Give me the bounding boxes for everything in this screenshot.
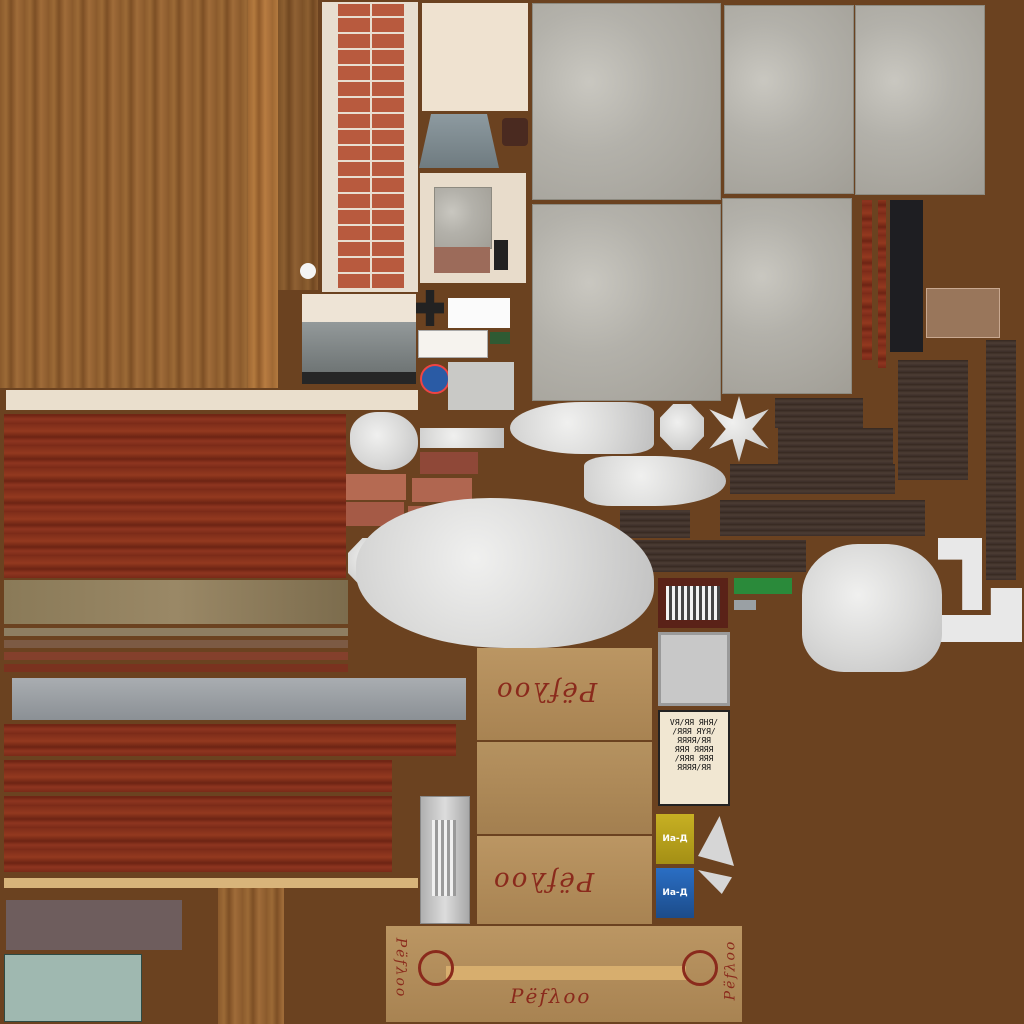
warning-sign: VЯ/ЯЯ ЯHЯ/ /ЯЯЯ ЯYЯ/ ЯЯЯЯ/ЯЯ ЯЯЯ ЯЯЯЯ /Я…	[658, 710, 730, 806]
concrete-slab-1	[532, 3, 721, 200]
basin-body	[302, 322, 416, 372]
dark-plank-3	[730, 464, 895, 494]
box-label-side-right: Pёfλoo	[722, 939, 739, 1001]
dark-plank-1	[775, 398, 863, 428]
dark-plank-4	[720, 500, 925, 536]
concrete-slab-4	[532, 204, 721, 401]
snack-bag-top: Иа-Д	[656, 814, 694, 864]
blob-creature	[356, 498, 654, 648]
grey-tag	[734, 600, 756, 610]
metal-plate	[448, 362, 514, 410]
box-tape	[446, 966, 686, 980]
wood-strip-vertical	[248, 0, 278, 388]
concrete-slab-5	[722, 198, 852, 394]
plaster-tile	[422, 3, 528, 111]
small-brick-1	[420, 452, 478, 474]
blurred-label	[6, 900, 182, 950]
box-label-middle: Pёfλoo	[492, 866, 595, 896]
red-shelf-1	[4, 724, 456, 756]
cross-icon	[416, 290, 444, 326]
dark-plank-2	[778, 428, 893, 464]
window-glass	[434, 187, 492, 249]
sink-tile	[658, 632, 730, 706]
blob-star	[709, 396, 769, 462]
black-strip	[890, 200, 923, 352]
snack-bag-top-label: Иа-Д	[662, 834, 688, 844]
blob-bottle-1	[510, 402, 654, 454]
blob-bottle-2	[584, 456, 726, 506]
red-wood-panel	[4, 414, 346, 578]
cardboard-box-mid	[477, 742, 652, 834]
blob-octagon-1	[660, 404, 704, 450]
red-strip-2	[878, 200, 886, 368]
glass-bottle	[926, 288, 1000, 338]
blob-creature-right	[802, 544, 942, 672]
thin-plank-4	[4, 664, 348, 672]
cream-trim	[6, 390, 418, 410]
thin-plank-3	[4, 652, 348, 660]
green-tag	[490, 332, 510, 344]
vent-slots	[666, 586, 720, 620]
knob-white	[300, 263, 316, 279]
red-shelf-2	[4, 760, 392, 792]
stone-block-top	[419, 114, 499, 168]
label-card-white	[448, 298, 510, 328]
brick-column	[336, 4, 404, 290]
triangle-shard-1	[698, 816, 734, 866]
wood-strip-vertical-2	[278, 0, 318, 290]
snack-bag-bottom-label: Иа-Д	[662, 888, 688, 898]
radiator-fins	[432, 820, 456, 896]
sign-text: VЯ/ЯЯ ЯHЯ/ /ЯЯЯ ЯYЯ/ ЯЯЯЯ/ЯЯ ЯЯЯ ЯЯЯЯ /Я…	[669, 718, 719, 772]
box-label-bottom: Pёfλoo	[510, 984, 592, 1008]
small-brick-2	[346, 474, 406, 500]
pot-icon	[502, 118, 528, 146]
window-sill	[434, 247, 490, 273]
poster-card	[418, 330, 488, 358]
window-slot	[494, 240, 508, 270]
dark-plank-5	[620, 510, 690, 538]
white-bracket-1	[938, 538, 982, 610]
box-emblem-right	[682, 950, 718, 986]
triangle-shard-2	[698, 870, 732, 894]
box-label-top: Pёfλoo	[495, 676, 598, 706]
thin-plank-1	[4, 628, 348, 636]
oak-plank	[4, 580, 348, 624]
red-strip-1	[862, 200, 872, 360]
dark-plank-vertical	[986, 340, 1016, 580]
box-label-side-left: Pёfλoo	[392, 937, 409, 999]
concrete-slab-2	[724, 5, 854, 194]
blob-strip	[420, 428, 504, 448]
grey-shelf	[12, 678, 466, 720]
box-emblem-left	[418, 950, 454, 986]
red-shelf-3	[4, 796, 392, 872]
concrete-slab-3	[855, 5, 985, 195]
wood-strip-bottom	[218, 888, 284, 1024]
dark-crate	[898, 360, 968, 480]
round-badge-icon	[420, 364, 450, 394]
thin-plank-2	[4, 640, 348, 648]
ticket-card	[4, 954, 142, 1022]
green-bar	[734, 578, 792, 594]
wood-panel-large	[0, 0, 248, 388]
basin-top	[302, 294, 416, 322]
blob-top-left	[350, 412, 418, 470]
tan-strip	[4, 878, 418, 888]
basin-base	[302, 372, 416, 384]
snack-bag-bottom: Иа-Д	[656, 868, 694, 918]
